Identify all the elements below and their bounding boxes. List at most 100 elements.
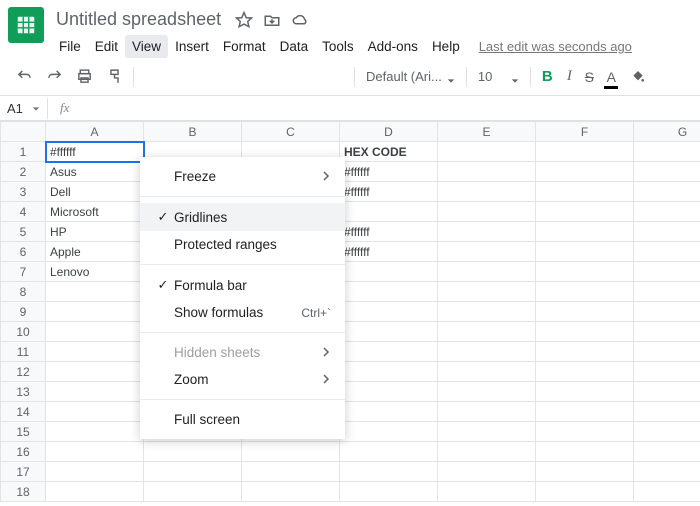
cell[interactable]	[46, 382, 144, 402]
cell[interactable]	[634, 202, 700, 222]
cell[interactable]	[536, 202, 634, 222]
cell[interactable]	[438, 342, 536, 362]
cell[interactable]	[340, 442, 438, 462]
cell[interactable]	[536, 162, 634, 182]
cell[interactable]	[634, 382, 700, 402]
font-family-select[interactable]: Default (Ari...	[360, 66, 461, 87]
row-header[interactable]: 11	[1, 342, 46, 362]
row-header[interactable]: 15	[1, 422, 46, 442]
cell[interactable]	[46, 322, 144, 342]
cell[interactable]: HEX CODE	[340, 142, 438, 162]
row-header[interactable]: 12	[1, 362, 46, 382]
menu-item-protected-ranges[interactable]: Protected ranges	[140, 231, 345, 258]
menu-format[interactable]: Format	[216, 35, 273, 58]
cell[interactable]: Lenovo	[46, 262, 144, 282]
cell[interactable]	[536, 182, 634, 202]
row-header[interactable]: 5	[1, 222, 46, 242]
formula-input[interactable]	[81, 96, 700, 120]
cell[interactable]	[242, 482, 340, 502]
cell[interactable]: #ffffff	[340, 222, 438, 242]
cell[interactable]	[340, 202, 438, 222]
cell[interactable]	[340, 462, 438, 482]
row-header[interactable]: 17	[1, 462, 46, 482]
menu-help[interactable]: Help	[425, 35, 467, 58]
menu-addons[interactable]: Add-ons	[361, 35, 425, 58]
row-header[interactable]: 3	[1, 182, 46, 202]
menu-file[interactable]: File	[52, 35, 88, 58]
menu-item-gridlines[interactable]: ✓Gridlines	[140, 203, 345, 231]
star-icon[interactable]	[235, 11, 253, 29]
spreadsheet-grid[interactable]: ABCDEFG 1#ffffffHEX CODE2Asus#ffffff3Del…	[0, 121, 700, 502]
cell[interactable]	[536, 462, 634, 482]
row-header[interactable]: 13	[1, 382, 46, 402]
move-icon[interactable]	[263, 11, 281, 29]
row-header[interactable]: 9	[1, 302, 46, 322]
cell[interactable]	[438, 222, 536, 242]
cell[interactable]	[438, 242, 536, 262]
menu-tools[interactable]: Tools	[315, 35, 361, 58]
cell[interactable]	[340, 322, 438, 342]
menu-edit[interactable]: Edit	[88, 35, 125, 58]
cell[interactable]	[340, 482, 438, 502]
row-header[interactable]: 10	[1, 322, 46, 342]
cell[interactable]	[340, 382, 438, 402]
column-header[interactable]: D	[340, 122, 438, 142]
cell[interactable]: Dell	[46, 182, 144, 202]
cell[interactable]: #ffffff	[340, 182, 438, 202]
cell[interactable]	[242, 442, 340, 462]
cell[interactable]	[438, 382, 536, 402]
row-header[interactable]: 16	[1, 442, 46, 462]
fill-color-button[interactable]	[624, 63, 652, 91]
cell[interactable]	[46, 482, 144, 502]
cell[interactable]	[438, 402, 536, 422]
undo-icon[interactable]	[10, 63, 38, 91]
cell[interactable]: Microsoft	[46, 202, 144, 222]
cell[interactable]	[438, 362, 536, 382]
cell[interactable]	[536, 142, 634, 162]
cell[interactable]	[340, 282, 438, 302]
cell[interactable]: #ffffff	[46, 142, 144, 162]
document-title[interactable]: Untitled spreadsheet	[52, 7, 225, 32]
cell[interactable]	[536, 322, 634, 342]
row-header[interactable]: 2	[1, 162, 46, 182]
bold-button[interactable]: B	[536, 63, 558, 91]
cloud-status-icon[interactable]	[291, 11, 309, 29]
cell[interactable]	[438, 282, 536, 302]
cell[interactable]	[634, 162, 700, 182]
cell[interactable]	[340, 402, 438, 422]
cell[interactable]	[634, 222, 700, 242]
cell[interactable]	[634, 282, 700, 302]
cell[interactable]	[144, 482, 242, 502]
cell[interactable]	[536, 402, 634, 422]
edit-status-link[interactable]: Last edit was seconds ago	[479, 39, 632, 54]
cell[interactable]	[536, 362, 634, 382]
cell[interactable]	[536, 282, 634, 302]
cell[interactable]	[340, 362, 438, 382]
cell[interactable]	[536, 482, 634, 502]
font-size-select[interactable]: 10	[472, 66, 525, 87]
column-header[interactable]: G	[634, 122, 700, 142]
cell[interactable]: Apple	[46, 242, 144, 262]
column-header[interactable]: F	[536, 122, 634, 142]
row-header[interactable]: 14	[1, 402, 46, 422]
cell[interactable]	[634, 482, 700, 502]
column-header[interactable]: C	[242, 122, 340, 142]
row-header[interactable]: 1	[1, 142, 46, 162]
cell[interactable]	[438, 482, 536, 502]
menu-insert[interactable]: Insert	[168, 35, 216, 58]
row-header[interactable]: 18	[1, 482, 46, 502]
column-header[interactable]: E	[438, 122, 536, 142]
paint-format-icon[interactable]	[100, 63, 128, 91]
text-color-button[interactable]: A	[600, 63, 622, 91]
cell[interactable]: HP	[46, 222, 144, 242]
select-all-corner[interactable]	[1, 122, 46, 142]
cell[interactable]: Asus	[46, 162, 144, 182]
cell[interactable]	[634, 442, 700, 462]
cell[interactable]	[438, 162, 536, 182]
cell[interactable]	[634, 262, 700, 282]
cell[interactable]	[536, 442, 634, 462]
cell[interactable]	[536, 302, 634, 322]
column-header[interactable]: B	[144, 122, 242, 142]
strikethrough-button[interactable]: S	[580, 63, 598, 91]
cell[interactable]	[536, 242, 634, 262]
